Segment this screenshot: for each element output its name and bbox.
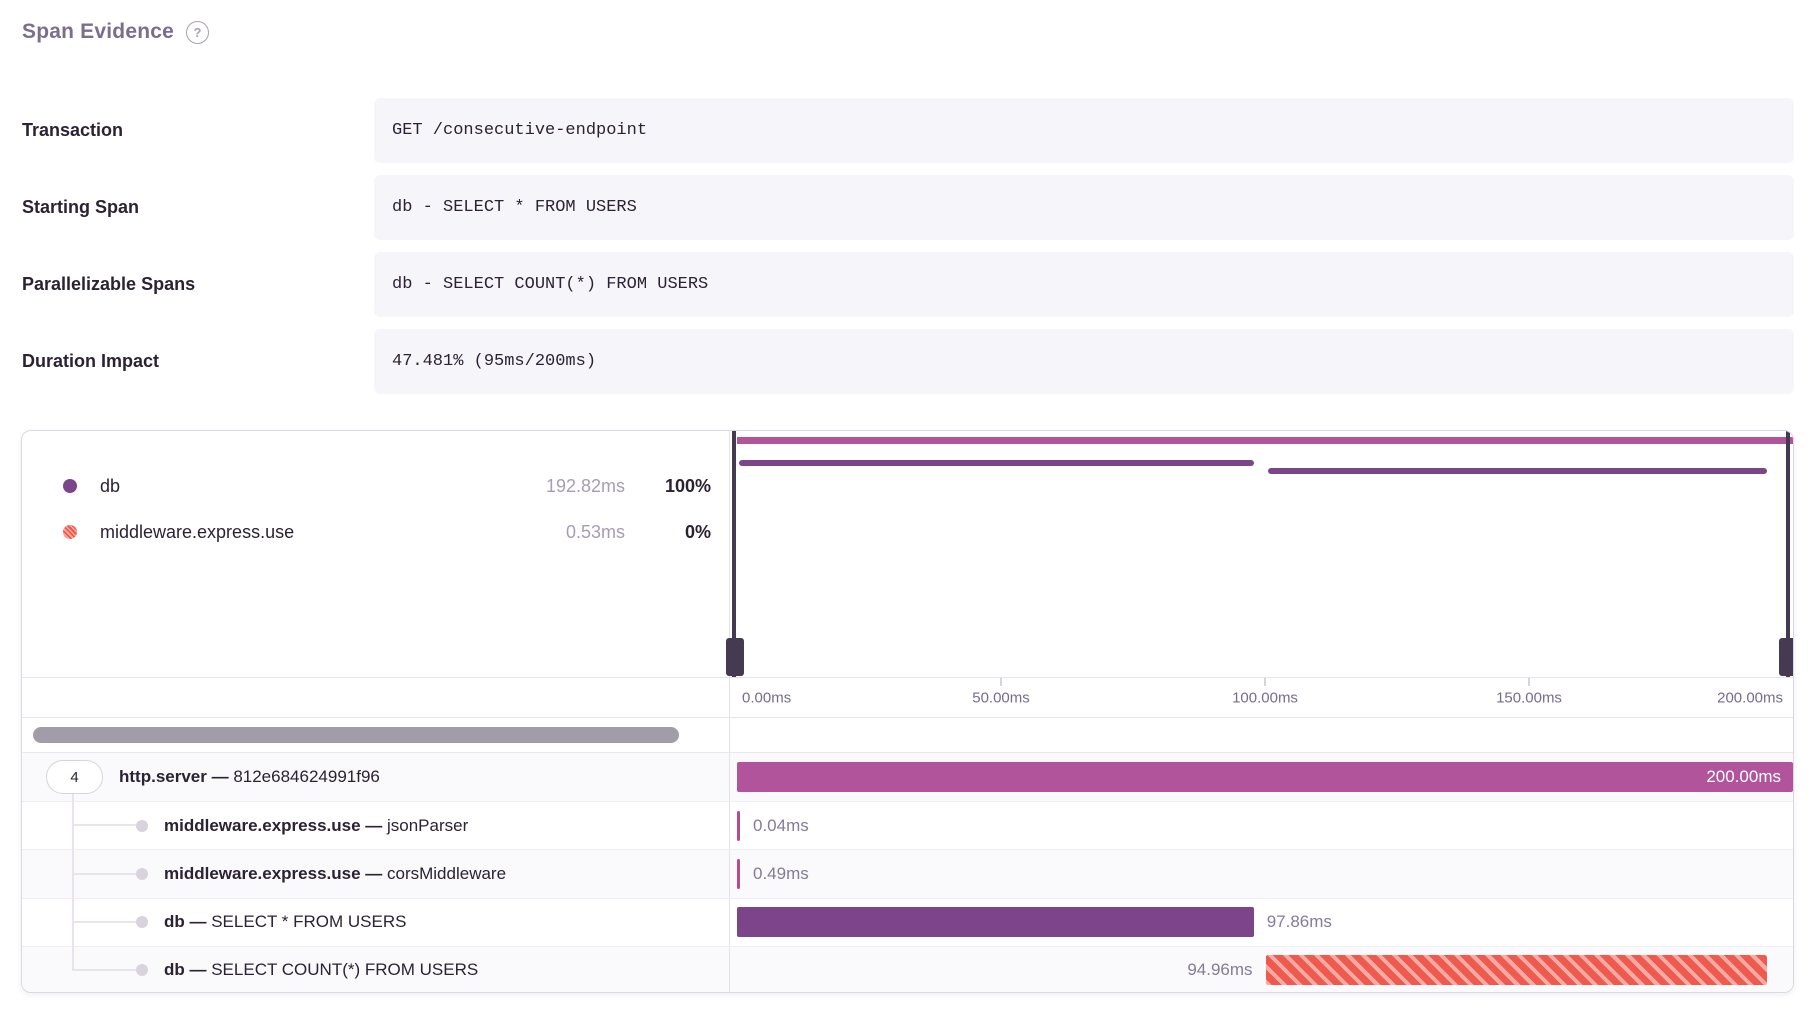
detail-label: Parallelizable Spans: [22, 274, 374, 295]
detail-row: Parallelizable Spansdb - SELECT COUNT(*)…: [22, 252, 1794, 317]
duration-label: 94.96ms: [1187, 960, 1252, 980]
legend-item: db 192.82ms100%: [22, 463, 729, 509]
axis-tick-label: 150.00ms: [1496, 689, 1562, 706]
axis-left-spacer: [22, 678, 730, 717]
legend-color-dot: [63, 525, 77, 539]
waterfall-bar: [1266, 955, 1767, 985]
span-op-label: middleware.express.use — corsMiddleware: [164, 864, 506, 884]
axis-tick-label: 100.00ms: [1232, 689, 1298, 706]
legend-op-name: db: [100, 476, 120, 497]
scrollbar-track: [22, 718, 730, 752]
span-legend: db 192.82ms100% middleware.express.use 0.53…: [22, 431, 730, 677]
span-row-left: middleware.express.use — jsonParser: [22, 802, 730, 849]
waterfall-bar: 200.00ms: [737, 762, 1793, 792]
legend-percent: 0%: [625, 522, 711, 543]
span-evidence-page: Span Evidence ? TransactionGET /consecut…: [0, 0, 1820, 1020]
span-op-label: db — SELECT * FROM USERS: [164, 912, 406, 932]
detail-row: Duration Impact47.481% (95ms/200ms): [22, 329, 1794, 394]
span-row-waterfall: 94.96ms: [730, 947, 1793, 993]
page-title: Span Evidence: [22, 20, 174, 44]
axis-tick-label: 50.00ms: [972, 689, 1030, 706]
waterfall-bar: [737, 811, 740, 841]
axis-tick: [1528, 678, 1530, 686]
axis-tick: [1264, 678, 1266, 686]
duration-label: 97.86ms: [1267, 912, 1332, 932]
span-row-waterfall: 0.49ms: [730, 850, 1793, 897]
horizontal-scrollbar[interactable]: [33, 727, 679, 743]
span-count-badge[interactable]: 4: [46, 760, 103, 794]
legend-color-dot: [63, 479, 77, 493]
minimap-span-bar: [737, 437, 1793, 444]
span-row[interactable]: middleware.express.use — corsMiddleware 0…: [22, 849, 1793, 897]
minimap-grip-left[interactable]: [726, 638, 744, 676]
detail-row: TransactionGET /consecutive-endpoint: [22, 98, 1794, 163]
axis-tick-label: 0.00ms: [742, 689, 791, 706]
span-row[interactable]: db — SELECT COUNT(*) FROM USERS 94.96ms: [22, 946, 1793, 993]
detail-label: Duration Impact: [22, 351, 374, 372]
waterfall-bar: [737, 859, 740, 889]
tree-node-dot: [136, 916, 148, 928]
tree-node-dot: [136, 964, 148, 976]
detail-label: Starting Span: [22, 197, 374, 218]
span-row-waterfall: 97.86ms: [730, 899, 1793, 946]
waterfall-bar: [737, 907, 1254, 937]
duration-label: 0.49ms: [753, 864, 809, 884]
span-row[interactable]: 4 http.server — 812e684624991f96 200.00ms: [22, 753, 1793, 801]
span-row[interactable]: db — SELECT * FROM USERS 97.86ms: [22, 898, 1793, 946]
span-row-left: db — SELECT COUNT(*) FROM USERS: [22, 947, 730, 993]
legend-duration: 192.82ms: [495, 476, 625, 497]
detail-label: Transaction: [22, 120, 374, 141]
evidence-panel: db 192.82ms100% middleware.express.use 0.53…: [21, 430, 1794, 993]
span-row-left: middleware.express.use — corsMiddleware: [22, 850, 730, 897]
span-row-left: db — SELECT * FROM USERS: [22, 899, 730, 946]
span-tree: 4 http.server — 812e684624991f96 200.00ms m…: [22, 753, 1793, 993]
detail-value: db - SELECT COUNT(*) FROM USERS: [374, 252, 1794, 317]
legend-duration: 0.53ms: [495, 522, 625, 543]
time-axis-row: 0.00ms 50.00ms 100.00ms 150.00ms 200.00ms: [22, 677, 1793, 718]
duration-label: 0.04ms: [753, 816, 809, 836]
minimap[interactable]: [730, 431, 1793, 677]
span-row[interactable]: middleware.express.use — jsonParser 0.04m…: [22, 801, 1793, 849]
detail-row: Starting Spandb - SELECT * FROM USERS: [22, 175, 1794, 240]
span-row-waterfall: 0.04ms: [730, 802, 1793, 849]
detail-value: 47.481% (95ms/200ms): [374, 329, 1794, 394]
minimap-span-bar: [739, 460, 1254, 466]
detail-value: db - SELECT * FROM USERS: [374, 175, 1794, 240]
span-op-label: middleware.express.use — jsonParser: [164, 816, 468, 836]
axis-tick-label: 200.00ms: [1717, 689, 1783, 706]
tree-node-dot: [136, 868, 148, 880]
detail-value: GET /consecutive-endpoint: [374, 98, 1794, 163]
legend-percent: 100%: [625, 476, 711, 497]
duration-label: 200.00ms: [737, 762, 1793, 792]
legend-item: middleware.express.use 0.53ms0%: [22, 509, 729, 555]
legend-op-name: middleware.express.use: [100, 522, 294, 543]
details-list: TransactionGET /consecutive-endpoint Star…: [22, 98, 1794, 394]
tree-node-dot: [136, 820, 148, 832]
time-axis: 0.00ms 50.00ms 100.00ms 150.00ms 200.00ms: [730, 678, 1793, 717]
span-row-waterfall: 200.00ms: [730, 753, 1793, 801]
page-header: Span Evidence ?: [22, 20, 209, 44]
axis-tick: [1000, 678, 1002, 686]
span-row-left: 4 http.server — 812e684624991f96: [22, 753, 730, 801]
panel-top-section: db 192.82ms100% middleware.express.use 0.53…: [22, 431, 1793, 677]
scrollbar-row: [22, 718, 1793, 753]
minimap-grip-right[interactable]: [1779, 638, 1794, 676]
span-op-label: http.server — 812e684624991f96: [119, 767, 380, 787]
help-icon[interactable]: ?: [186, 21, 209, 44]
scrollbar-right-spacer: [730, 718, 1793, 752]
span-op-label: db — SELECT COUNT(*) FROM USERS: [164, 960, 478, 980]
minimap-span-bar: [1268, 468, 1767, 474]
